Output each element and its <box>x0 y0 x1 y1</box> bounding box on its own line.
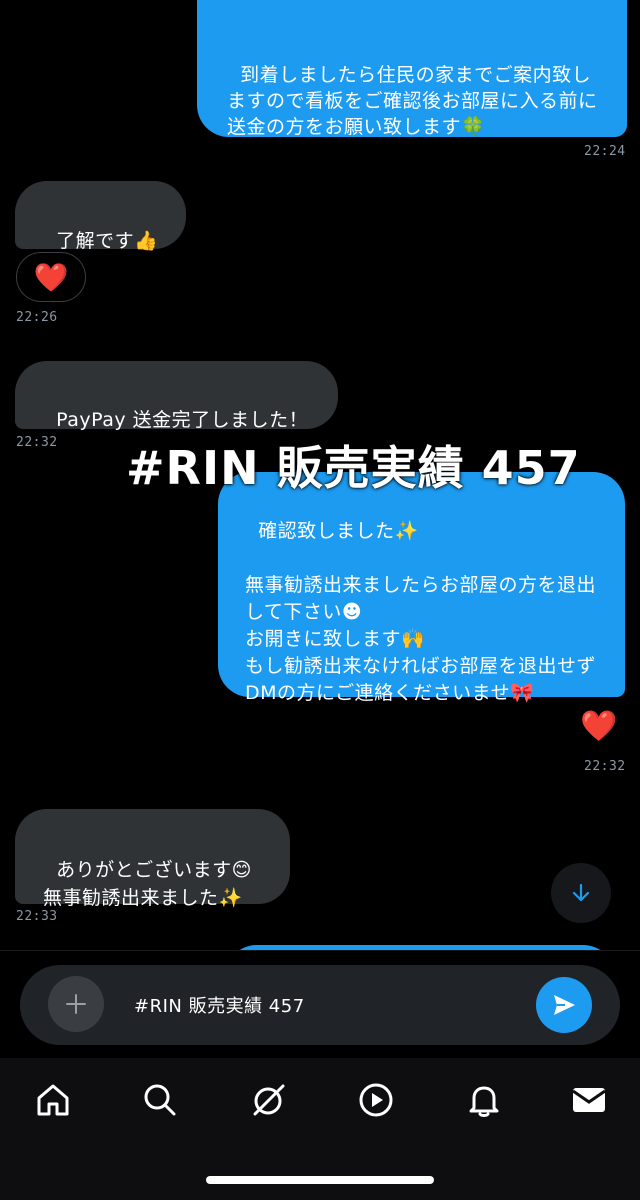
incoming-message-bubble[interactable]: ありがとございます😊 無事勧誘出来ました✨ <box>15 809 290 909</box>
message-text: PayPay 送金完了しました！ <box>56 409 309 431</box>
overlay-caption: #RIN 販売実績 457 <box>126 441 581 495</box>
home-indicator <box>206 1176 434 1184</box>
mail-icon <box>572 1088 606 1112</box>
message-text: 到着しましたら住民の家までご案内致しますので看板をご確認後お部屋に入る前に送金の… <box>227 64 598 138</box>
tab-home[interactable] <box>31 1078 75 1122</box>
bell-icon <box>469 1086 499 1117</box>
message-timestamp: 22:26 <box>16 310 58 325</box>
plus-icon <box>66 994 86 1014</box>
incoming-message-bubble[interactable]: 了解です👍 <box>15 181 186 252</box>
message-timestamp: 22:24 <box>584 144 626 159</box>
reaction-badge[interactable]: ❤️ <box>16 252 86 302</box>
tab-notifications[interactable] <box>462 1078 506 1122</box>
message-timestamp: 22:32 <box>584 759 626 774</box>
message-timestamp: 22:32 <box>16 435 58 450</box>
play-icon <box>359 1083 393 1117</box>
home-icon <box>37 1084 69 1116</box>
scroll-to-bottom-button[interactable] <box>551 863 611 923</box>
message-text: ありがとございます😊 無事勧誘出来ました✨ <box>43 859 252 909</box>
message-text: 了解です👍 <box>56 230 159 252</box>
send-button[interactable] <box>536 977 592 1033</box>
heart-reaction-icon[interactable]: ❤️ <box>580 712 617 742</box>
heart-icon: ❤️ <box>33 260 69 294</box>
incoming-message-bubble[interactable]: PayPay 送金完了しました！ <box>15 361 338 431</box>
outgoing-message-bubble[interactable]: 到着しましたら住民の家までご案内致しますので看板をご確認後お部屋に入る前に送金の… <box>197 0 627 138</box>
outgoing-message-bubble[interactable]: 確認致しました✨ 無事勧誘出来ましたらお部屋の方を退出して下さい☻ お開きに致し… <box>218 472 625 704</box>
tab-video[interactable] <box>354 1078 398 1122</box>
message-input[interactable]: #RIN 販売実績 457 <box>134 992 305 1018</box>
add-media-button[interactable] <box>48 976 104 1032</box>
tab-messages[interactable] <box>567 1078 611 1122</box>
message-text: 確認致しました✨ 無事勧誘出来ましたらお部屋の方を退出して下さい☻ お開きに致し… <box>245 520 597 704</box>
grok-icon <box>253 1084 285 1116</box>
tab-grok[interactable] <box>247 1078 291 1122</box>
message-timestamp: 22:33 <box>16 909 58 924</box>
send-icon <box>554 995 575 1015</box>
tab-search[interactable] <box>138 1078 182 1122</box>
search-icon <box>144 1084 176 1116</box>
message-composer <box>20 965 620 1045</box>
arrow-down-icon <box>572 883 590 902</box>
